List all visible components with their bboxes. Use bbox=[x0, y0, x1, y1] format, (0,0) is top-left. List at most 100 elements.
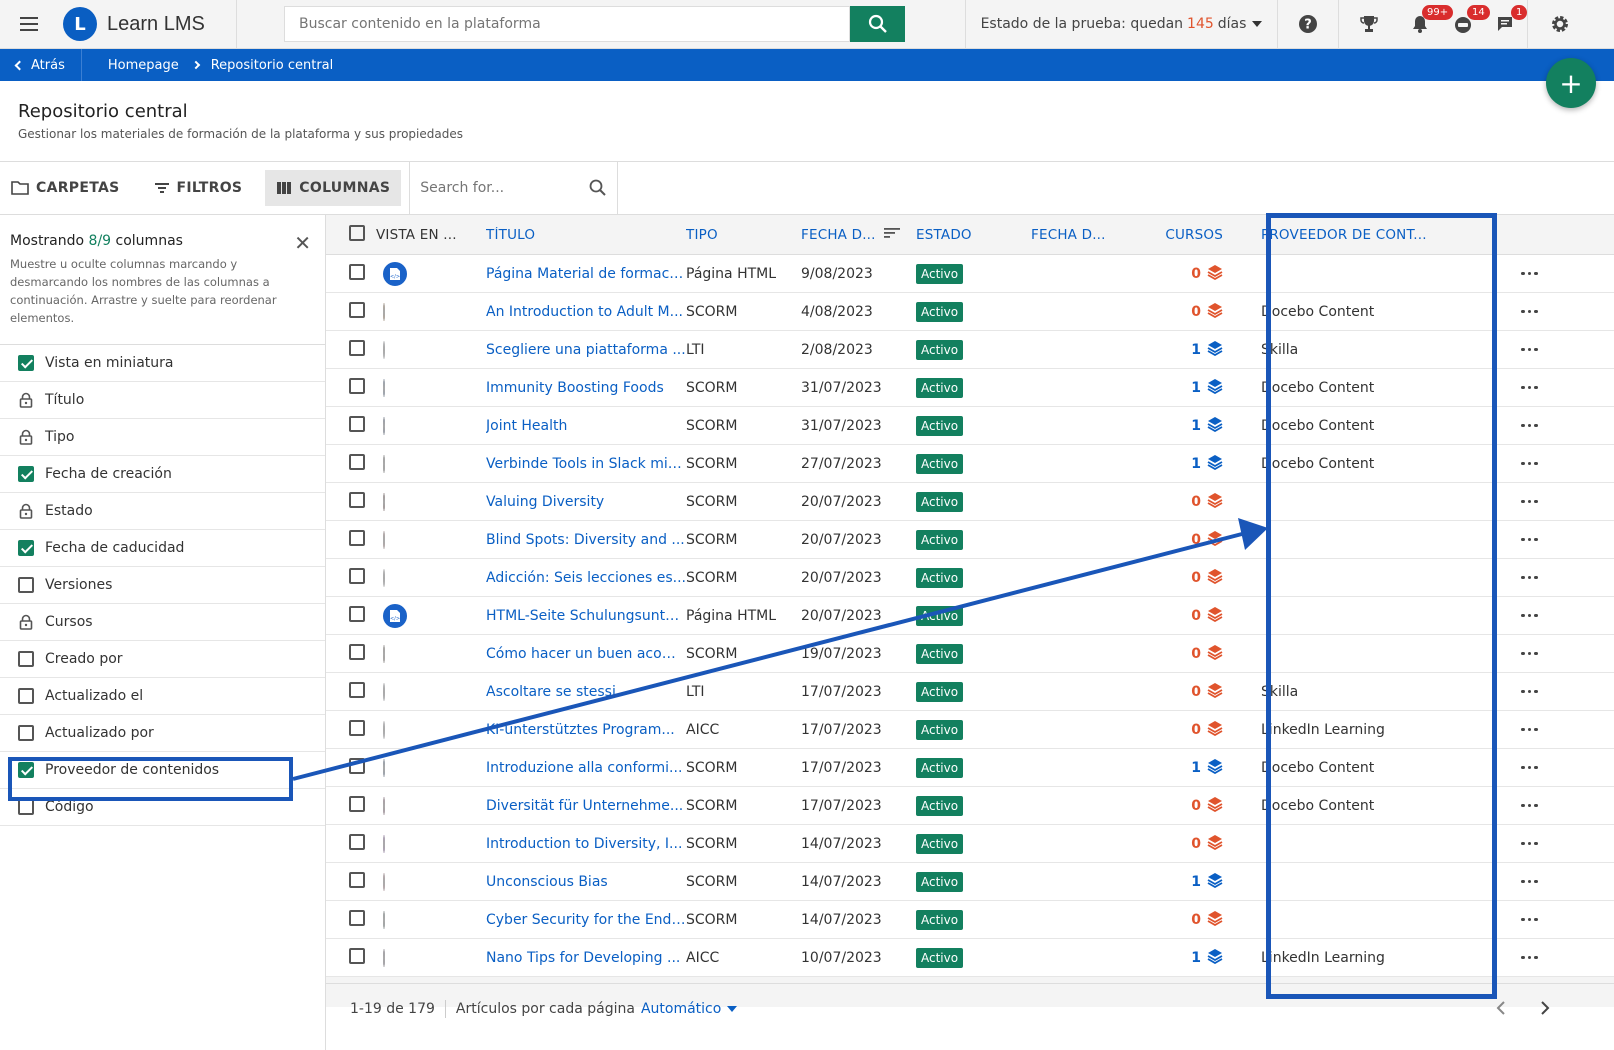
more-options-icon[interactable] bbox=[1521, 537, 1551, 542]
col-header-thumbnail[interactable]: VISTA EN ... bbox=[356, 227, 486, 243]
row-courses[interactable]: 0 bbox=[1146, 568, 1241, 588]
row-title-link[interactable]: Nano Tips for Developing ... bbox=[486, 950, 686, 966]
table-row[interactable]: Nano Tips for Developing ... AICC 10/07/20… bbox=[326, 939, 1614, 977]
row-checkbox[interactable] bbox=[349, 491, 365, 508]
search-icon[interactable] bbox=[589, 179, 607, 197]
sort-icon[interactable] bbox=[884, 227, 900, 239]
more-options-icon[interactable] bbox=[1521, 917, 1551, 922]
achievements-button[interactable] bbox=[1338, 0, 1398, 49]
more-options-icon[interactable] bbox=[1521, 347, 1551, 352]
row-courses[interactable]: 0 bbox=[1146, 264, 1241, 284]
row-title-link[interactable]: Cómo hacer un buen acom... bbox=[486, 646, 686, 662]
columns-button[interactable]: COLUMNAS bbox=[265, 170, 402, 206]
row-checkbox[interactable] bbox=[349, 339, 365, 356]
row-courses[interactable]: 0 bbox=[1146, 796, 1241, 816]
add-content-button[interactable]: + bbox=[1546, 58, 1596, 108]
row-courses[interactable]: 1 bbox=[1146, 378, 1241, 398]
row-courses[interactable]: 0 bbox=[1146, 492, 1241, 512]
row-checkbox[interactable] bbox=[349, 529, 365, 546]
hamburger-menu-icon[interactable] bbox=[0, 0, 57, 49]
table-row[interactable]: Cómo hacer un buen acom... SCORM 19/07/202… bbox=[326, 635, 1614, 673]
row-title-link[interactable]: Página Material de formaci... bbox=[486, 266, 686, 282]
app-logo[interactable]: L Learn LMS bbox=[57, 0, 237, 49]
row-courses[interactable]: 0 bbox=[1146, 530, 1241, 550]
table-row[interactable]: Adicción: Seis lecciones es... SCORM 20/07… bbox=[326, 559, 1614, 597]
column-option[interactable]: Tipo bbox=[0, 419, 325, 456]
row-title-link[interactable]: Introduzione alla conformi... bbox=[486, 760, 686, 776]
table-row[interactable]: KI-unterstütztes Program... AICC 17/07/202… bbox=[326, 711, 1614, 749]
row-checkbox[interactable] bbox=[349, 453, 365, 470]
more-options-icon[interactable] bbox=[1521, 879, 1551, 884]
row-title-link[interactable]: Verbinde Tools in Slack mit... bbox=[486, 456, 686, 472]
row-checkbox[interactable] bbox=[349, 909, 365, 926]
row-title-link[interactable]: Valuing Diversity bbox=[486, 494, 686, 510]
table-row[interactable]: Diversität für Unternehme... SCORM 17/07/2… bbox=[326, 787, 1614, 825]
column-option[interactable]: Fecha de creación bbox=[0, 456, 325, 493]
more-options-icon[interactable] bbox=[1521, 727, 1551, 732]
help-button[interactable]: ? bbox=[1278, 0, 1338, 49]
row-checkbox[interactable] bbox=[349, 681, 365, 698]
row-title-link[interactable]: Diversität für Unternehme... bbox=[486, 798, 686, 814]
table-row[interactable]: Joint Health SCORM 31/07/2023 Activo 1 Docebo… bbox=[326, 407, 1614, 445]
row-title-link[interactable]: An Introduction to Adult M... bbox=[486, 304, 686, 320]
row-courses[interactable]: 1 bbox=[1146, 758, 1241, 778]
row-checkbox[interactable] bbox=[349, 871, 365, 888]
row-courses[interactable]: 1 bbox=[1146, 948, 1241, 968]
row-checkbox[interactable] bbox=[349, 719, 365, 736]
row-courses[interactable]: 0 bbox=[1146, 606, 1241, 626]
table-row[interactable]: </> HTML-Seite Schulungsunte... Página HTM… bbox=[326, 597, 1614, 635]
notifications-button[interactable]: 99+ bbox=[1398, 0, 1454, 49]
row-checkbox[interactable] bbox=[349, 757, 365, 774]
table-row[interactable]: Introduction to Diversity, I... SCORM 14/0… bbox=[326, 825, 1614, 863]
row-checkbox[interactable] bbox=[349, 947, 365, 964]
more-options-icon[interactable] bbox=[1521, 803, 1551, 808]
row-checkbox[interactable] bbox=[349, 263, 365, 280]
row-checkbox[interactable] bbox=[349, 643, 365, 660]
table-row[interactable]: Ascoltare se stessi LTI 17/07/2023 Activo 0 S… bbox=[326, 673, 1614, 711]
column-checkbox[interactable] bbox=[18, 540, 34, 556]
more-options-icon[interactable] bbox=[1521, 955, 1551, 960]
more-options-icon[interactable] bbox=[1521, 461, 1551, 466]
table-row[interactable]: Valuing Diversity SCORM 20/07/2023 Activo 0 bbox=[326, 483, 1614, 521]
more-options-icon[interactable] bbox=[1521, 841, 1551, 846]
column-checkbox[interactable] bbox=[18, 355, 34, 371]
breadcrumb-home-link[interactable]: Homepage bbox=[108, 58, 179, 73]
column-checkbox[interactable] bbox=[18, 688, 34, 704]
column-option[interactable]: Creado por bbox=[0, 641, 325, 678]
more-options-icon[interactable] bbox=[1521, 651, 1551, 656]
table-row[interactable]: Immunity Boosting Foods SCORM 31/07/2023 Ac… bbox=[326, 369, 1614, 407]
row-checkbox[interactable] bbox=[349, 377, 365, 394]
table-row[interactable]: Blind Spots: Diversity and ... SCORM 20/07… bbox=[326, 521, 1614, 559]
row-title-link[interactable]: Scegliere una piattaforma ... bbox=[486, 342, 686, 358]
column-checkbox[interactable] bbox=[18, 577, 34, 593]
table-search-input[interactable] bbox=[420, 180, 571, 196]
row-courses[interactable]: 0 bbox=[1146, 834, 1241, 854]
column-option[interactable]: Cursos bbox=[0, 604, 325, 641]
row-title-link[interactable]: Cyber Security for the End ... bbox=[486, 912, 686, 928]
row-checkbox[interactable] bbox=[349, 567, 365, 584]
row-courses[interactable]: 0 bbox=[1146, 910, 1241, 930]
table-row[interactable]: Cyber Security for the End ... SCORM 14/07… bbox=[326, 901, 1614, 939]
trial-status-dropdown[interactable]: Estado de la prueba: quedan 145 días bbox=[965, 0, 1278, 49]
column-option[interactable]: Actualizado por bbox=[0, 715, 325, 752]
prev-page-icon[interactable] bbox=[1496, 1001, 1506, 1019]
column-option[interactable]: Estado bbox=[0, 493, 325, 530]
row-checkbox[interactable] bbox=[349, 605, 365, 622]
next-page-icon[interactable] bbox=[1540, 1001, 1550, 1019]
col-header-provider[interactable]: PROVEEDOR DE CONT... bbox=[1241, 227, 1521, 243]
column-option[interactable]: Versiones bbox=[0, 567, 325, 604]
messages-button[interactable]: 14 bbox=[1441, 0, 1490, 49]
per-page-select[interactable]: Automático bbox=[641, 1001, 721, 1017]
row-courses[interactable]: 0 bbox=[1146, 644, 1241, 664]
row-title-link[interactable]: KI-unterstütztes Program... bbox=[486, 722, 686, 738]
row-title-link[interactable]: Immunity Boosting Foods bbox=[486, 380, 686, 396]
row-checkbox[interactable] bbox=[349, 301, 365, 318]
row-courses[interactable]: 1 bbox=[1146, 454, 1241, 474]
column-checkbox[interactable] bbox=[18, 799, 34, 815]
column-checkbox[interactable] bbox=[18, 651, 34, 667]
row-title-link[interactable]: Joint Health bbox=[486, 418, 686, 434]
column-option[interactable]: Título bbox=[0, 382, 325, 419]
more-options-icon[interactable] bbox=[1521, 385, 1551, 390]
row-checkbox[interactable] bbox=[349, 415, 365, 432]
row-courses[interactable]: 1 bbox=[1146, 416, 1241, 436]
